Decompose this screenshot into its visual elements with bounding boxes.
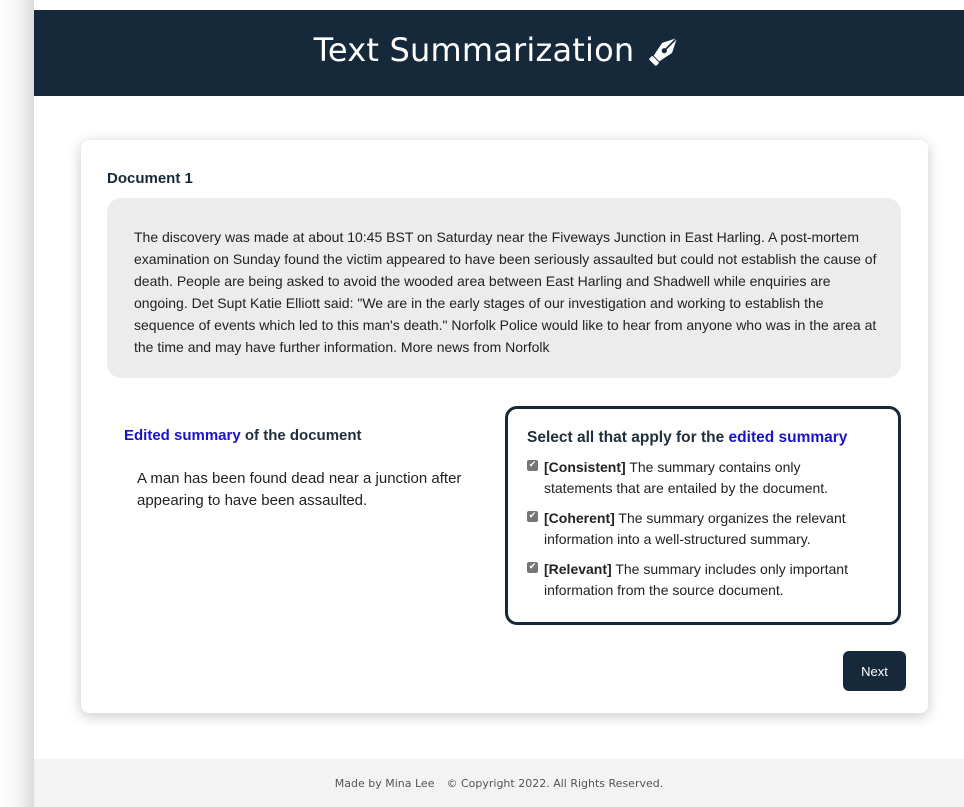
criterion-relevant: ✔ [Relevant] The summary includes only i… bbox=[527, 559, 880, 601]
document-title: Document 1 bbox=[107, 170, 193, 187]
criteria-heading: Select all that apply for the edited sum… bbox=[527, 429, 880, 447]
next-button[interactable]: Next bbox=[843, 651, 906, 691]
criterion-tag: [Relevant] bbox=[544, 561, 612, 577]
summary-heading: Edited summary of the document bbox=[124, 427, 362, 444]
footer-copyright: © Copyright 2022. All Rights Reserved. bbox=[446, 776, 664, 790]
edited-summary-text: A man has been found dead near a junctio… bbox=[137, 470, 462, 509]
app-window: Text Summarization Document 1 The discov… bbox=[34, 10, 964, 807]
criteria-panel: Select all that apply for the edited sum… bbox=[505, 406, 901, 625]
document-text: The discovery was made at about 10:45 BS… bbox=[134, 229, 877, 355]
header-title-group: Text Summarization bbox=[314, 31, 685, 69]
criterion-tag: [Consistent] bbox=[544, 459, 626, 475]
criterion-coherent-label: [Coherent] The summary organizes the rel… bbox=[544, 508, 866, 550]
window-shadow-edge bbox=[0, 0, 34, 807]
criteria-heading-accent: edited summary bbox=[728, 429, 848, 446]
page-title: Text Summarization bbox=[313, 31, 635, 69]
summary-heading-rest: of the document bbox=[240, 427, 362, 444]
criterion-relevant-label: [Relevant] The summary includes only imp… bbox=[544, 559, 866, 601]
criterion-coherent: ✔ [Coherent] The summary organizes the r… bbox=[527, 508, 880, 550]
criteria-heading-prefix: Select all that apply for the bbox=[527, 429, 729, 446]
coherent-checkbox[interactable]: ✔ bbox=[527, 511, 538, 522]
summary-heading-accent: Edited summary bbox=[124, 427, 241, 444]
page: Text Summarization Document 1 The discov… bbox=[0, 0, 964, 807]
task-card: Document 1 The discovery was made at abo… bbox=[81, 140, 928, 713]
criterion-tag: [Coherent] bbox=[544, 510, 615, 526]
document-box: The discovery was made at about 10:45 BS… bbox=[107, 198, 901, 378]
pen-nib-icon bbox=[646, 31, 684, 69]
footer-made-by: Made by Mina Lee bbox=[334, 776, 435, 790]
page-footer: Made by Mina Lee © Copyright 2022. All R… bbox=[34, 759, 964, 807]
criterion-consistent-label: [Consistent] The summary contains only s… bbox=[544, 457, 866, 499]
consistent-checkbox[interactable]: ✔ bbox=[527, 460, 538, 471]
criterion-consistent: ✔ [Consistent] The summary contains only… bbox=[527, 457, 880, 499]
relevant-checkbox[interactable]: ✔ bbox=[527, 562, 538, 573]
app-header: Text Summarization bbox=[34, 10, 964, 96]
